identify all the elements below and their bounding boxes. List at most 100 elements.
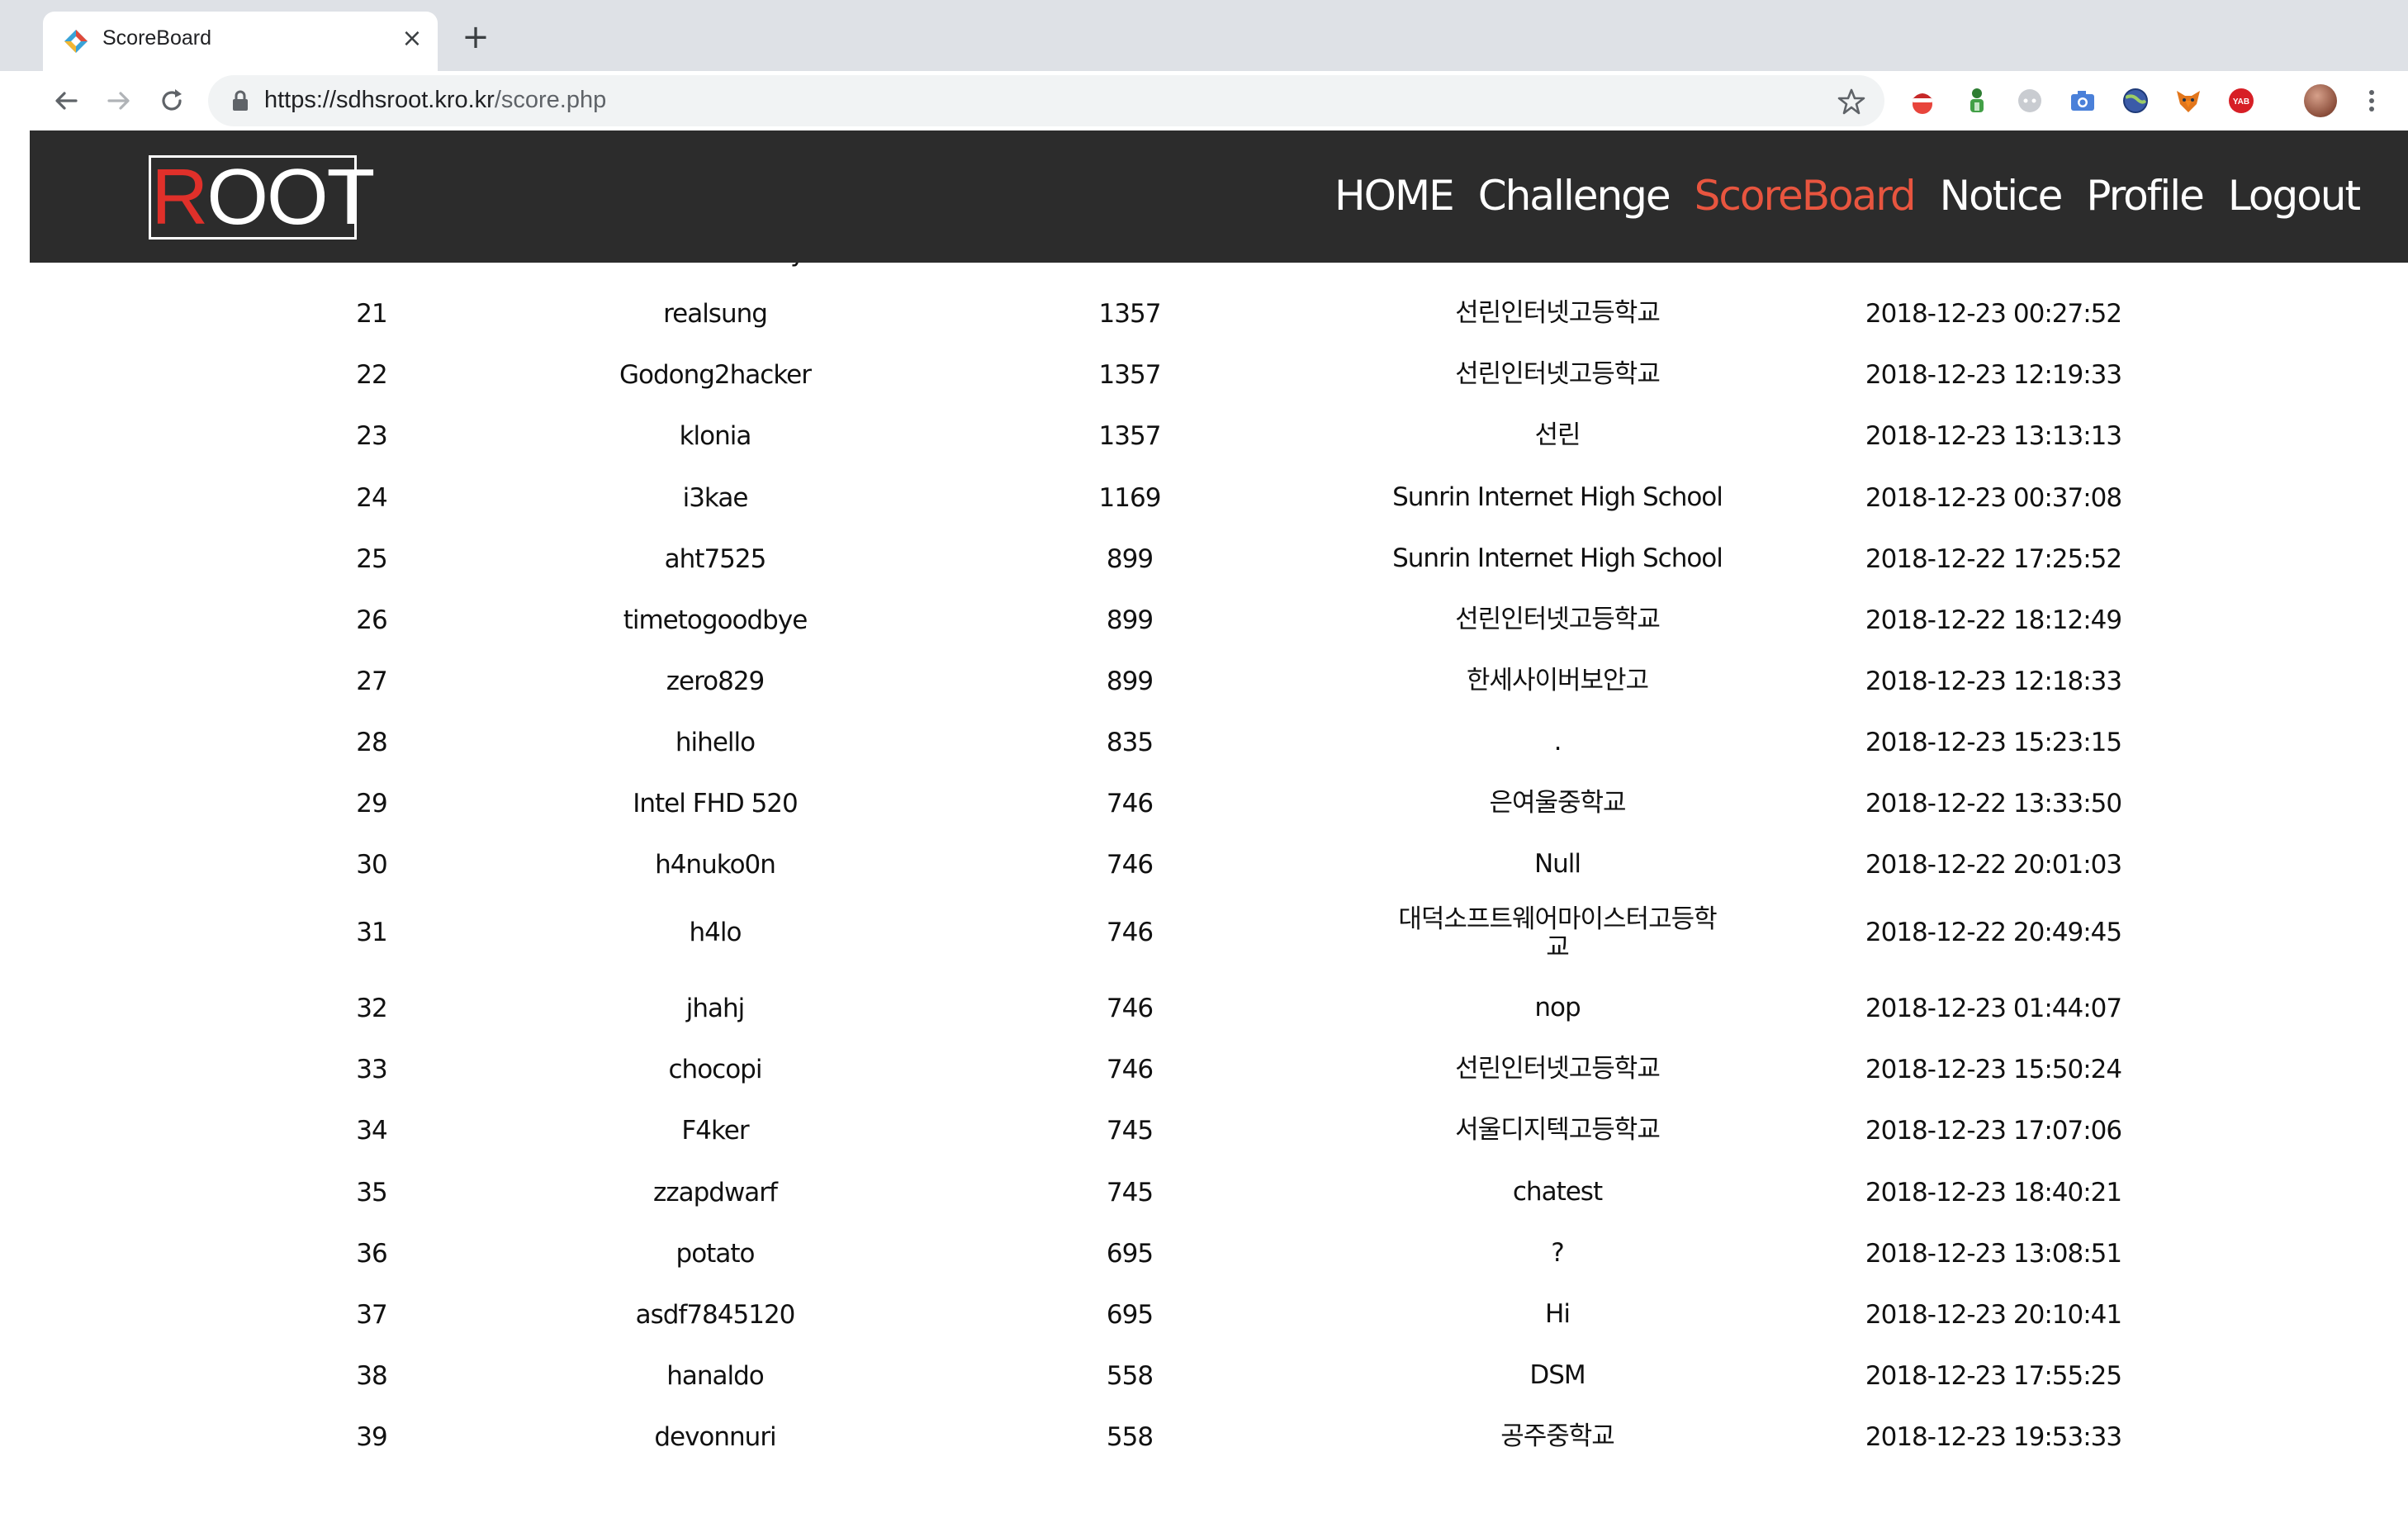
score-cell: 1357: [1098, 299, 1162, 329]
name-cell: chocopi: [668, 1055, 763, 1084]
time-cell: 2018-12-23 18:40:21: [1865, 1178, 2122, 1207]
address-bar[interactable]: https://sdhsroot.kro.kr/score.php: [208, 75, 1884, 126]
back-arrow-icon[interactable]: [50, 84, 83, 117]
rank-cell: 32: [356, 994, 387, 1023]
time-cell: 2018-12-22 20:49:45: [1865, 918, 2122, 947]
school-cell: nop: [1534, 993, 1581, 1022]
score-cell: 746: [1106, 918, 1154, 947]
globe-extension-icon[interactable]: [2121, 86, 2150, 116]
tab-close-icon[interactable]: ×: [400, 26, 424, 51]
school-cell: DSM: [1529, 1360, 1586, 1390]
name-cell: asdf7845120: [635, 1300, 796, 1330]
name-cell: h4lo: [689, 918, 742, 947]
url-path: /score.php: [494, 87, 607, 113]
time-cell: 2018-12-22 13:33:50: [1865, 789, 2122, 818]
time-cell: 2018-12-23 15:50:24: [1865, 1055, 2122, 1084]
rank-cell: 29: [356, 789, 387, 818]
name-cell: realsung: [663, 299, 768, 329]
nav-logout[interactable]: Logout: [2228, 172, 2361, 220]
school-cell: Hi: [1545, 1299, 1571, 1329]
time-cell: 2018-12-23 17:55:25: [1865, 1361, 2122, 1391]
logo-accent-letter: R: [151, 153, 208, 241]
yab-extension-label: YAB: [2233, 97, 2249, 107]
name-cell: jhahj: [685, 994, 746, 1023]
nav-scoreboard[interactable]: ScoreBoard: [1695, 172, 1917, 220]
time-cell: 2018-12-23 15:23:15: [1865, 728, 2122, 757]
rank-cell: 39: [356, 1422, 387, 1452]
rank-cell: 23: [356, 421, 387, 451]
rank-cell: 36: [356, 1239, 387, 1269]
santa-hat-extension-icon[interactable]: [1908, 86, 1937, 116]
school-cell: 대덕소프트웨어마이스터고등학 교: [1398, 904, 1717, 962]
lock-icon: [233, 90, 248, 111]
url-text: https://sdhsroot.kro.kr/score.php: [264, 87, 606, 114]
score-cell: 695: [1106, 1239, 1154, 1269]
rank-cell: 28: [356, 728, 387, 757]
bookmark-star-icon[interactable]: [1837, 87, 1866, 116]
school-cell: Sunrin Internet High School: [1392, 543, 1723, 573]
rank-cell: 34: [356, 1116, 387, 1146]
more-menu-icon[interactable]: [2363, 84, 2380, 117]
school-cell: 선린인터넷고등학교: [1455, 298, 1661, 328]
nav-notice[interactable]: Notice: [1940, 172, 2064, 220]
yab-extension-icon[interactable]: YAB: [2226, 86, 2256, 116]
time-cell: 2018-12-23 20:10:41: [1865, 1300, 2122, 1330]
forward-arrow-icon[interactable]: [102, 84, 135, 117]
time-cell: 2018-12-23 01:44:07: [1865, 994, 2122, 1023]
score-cell: 835: [1106, 728, 1154, 757]
nav-profile[interactable]: Profile: [2086, 172, 2204, 220]
score-cell: 1357: [1098, 360, 1162, 390]
time-cell: 2018-12-22 20:01:03: [1865, 850, 2122, 880]
name-cell: F4ker: [681, 1116, 749, 1146]
time-cell: 2018-12-23 17:07:06: [1865, 1116, 2122, 1146]
school-cell: 서울디지텍고등학교: [1455, 1115, 1661, 1145]
score-cell: 695: [1106, 1300, 1154, 1330]
url-host: https://sdhsroot.kro.kr: [264, 87, 495, 113]
time-cell: 2018-12-22 18:12:49: [1865, 605, 2122, 635]
site-header: ROOT HOME Challenge ScoreBoard Notice Pr…: [30, 130, 2408, 263]
school-cell: 공주중학교: [1500, 1421, 1615, 1451]
name-cell: i3kae: [682, 483, 749, 513]
gray-circle-extension-icon[interactable]: [2015, 86, 2045, 116]
score-cell: 745: [1106, 1116, 1154, 1146]
rank-cell: 25: [356, 544, 387, 574]
rank-cell: 24: [356, 483, 387, 513]
web-page: ROOT HOME Challenge ScoreBoard Notice Pr…: [30, 130, 2408, 1523]
time-cell: 2018-12-23 12:18:33: [1865, 667, 2122, 696]
name-cell: timetogoodbye: [623, 605, 808, 635]
nav-home[interactable]: HOME: [1334, 172, 1455, 220]
score-cell: 746: [1106, 789, 1154, 818]
profile-avatar[interactable]: [2304, 84, 2337, 117]
green-figure-extension-icon[interactable]: [1962, 86, 1992, 116]
score-cell: 746: [1106, 994, 1154, 1023]
score-cell: 1169: [1098, 483, 1162, 513]
time-cell: 2018-12-23 00:27:52: [1865, 299, 2122, 329]
school-cell: 선린인터넷고등학교: [1455, 359, 1661, 389]
fox-extension-icon[interactable]: [2173, 86, 2203, 116]
rank-cell: 26: [356, 605, 387, 635]
name-cell: klonia: [679, 421, 752, 451]
name-cell: zero829: [666, 667, 766, 696]
root-logo[interactable]: ROOT: [149, 153, 375, 241]
camera-extension-icon[interactable]: [2068, 86, 2098, 116]
name-cell: hanaldo: [666, 1361, 765, 1391]
score-cell: 899: [1106, 667, 1154, 696]
school-cell: chatest: [1512, 1177, 1603, 1207]
browser-toolbar: https://sdhsroot.kro.kr/score.php YAB: [0, 71, 2408, 130]
new-tab-button[interactable]: +: [459, 21, 492, 55]
time-cell: 2018-12-23 13:08:51: [1865, 1239, 2122, 1269]
score-cell: 1357: [1098, 421, 1162, 451]
school-cell: 선린인터넷고등학교: [1455, 1054, 1661, 1084]
school-cell: .: [1553, 727, 1562, 757]
browser-tab[interactable]: ScoreBoard ×: [43, 12, 438, 71]
reload-icon[interactable]: [155, 84, 188, 117]
name-cell: hihello: [675, 728, 756, 757]
score-cell: 558: [1106, 1422, 1154, 1452]
name-cell: aht7525: [664, 544, 767, 574]
score-cell: 746: [1106, 1055, 1154, 1084]
nav-challenge[interactable]: Challenge: [1478, 172, 1671, 220]
browser-tab-strip: ScoreBoard × +: [0, 0, 2408, 71]
name-cell: devonnuri: [654, 1422, 776, 1452]
score-cell: 899: [1106, 605, 1154, 635]
rank-cell: 22: [356, 360, 387, 390]
